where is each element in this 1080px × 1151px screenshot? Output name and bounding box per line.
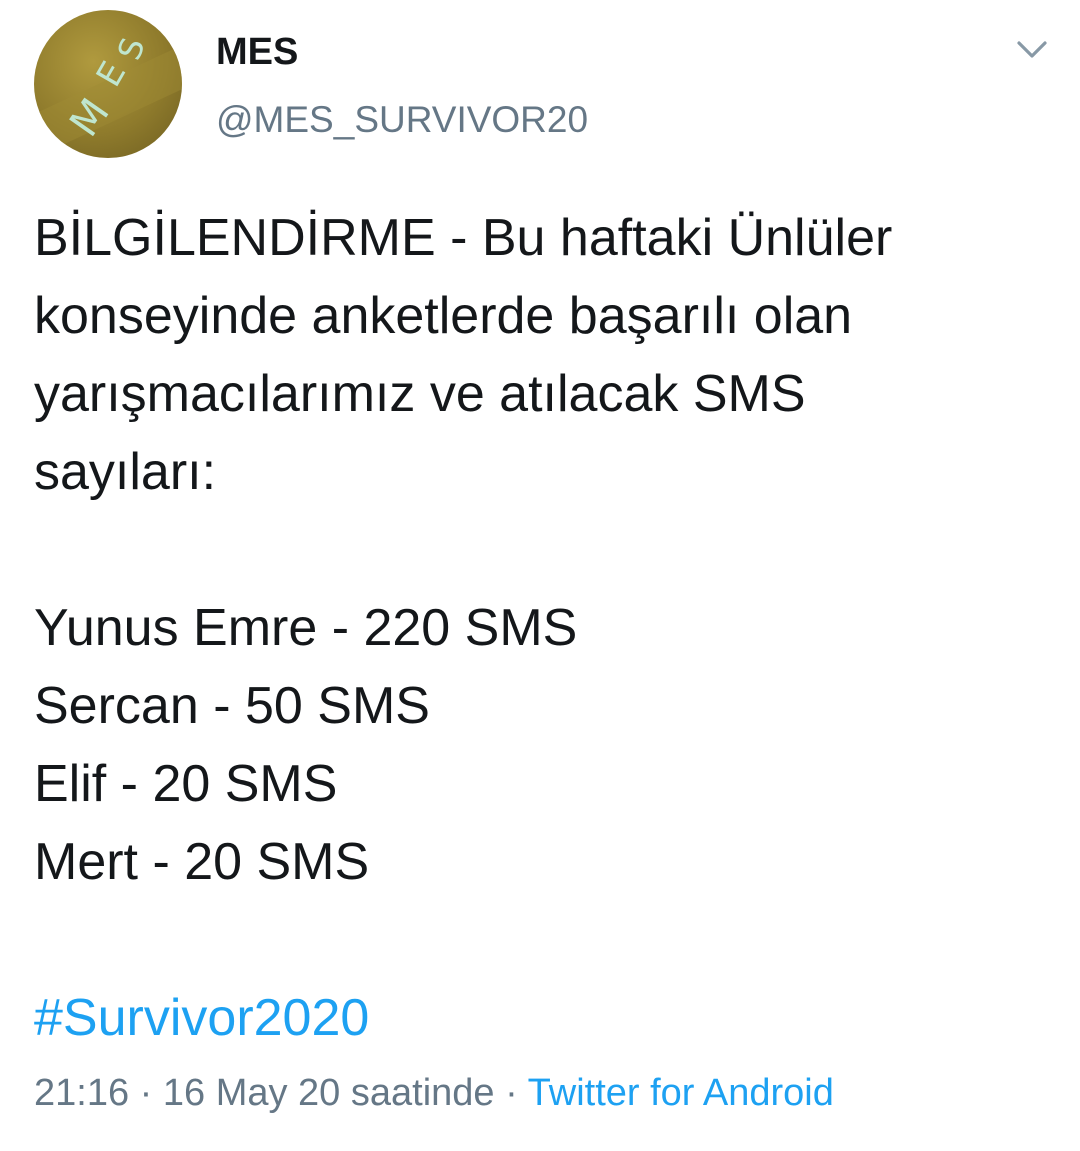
- meta-separator: ·: [139, 1072, 153, 1114]
- tweet-source-link[interactable]: Twitter for Android: [528, 1072, 834, 1114]
- tweet-text-line: sayıları:: [34, 443, 217, 501]
- tweet-text: BİLGİLENDİRME - Bu haftaki Ünlüler konse…: [34, 199, 1034, 1057]
- result-line: Mert - 20 SMS: [34, 833, 370, 891]
- tweet-meta: 21:16 · 16 May 20 saatinde · Twitter for…: [34, 1068, 834, 1118]
- display-name[interactable]: MES: [216, 30, 298, 74]
- avatar[interactable]: M E S: [34, 10, 182, 158]
- user-handle[interactable]: @MES_SURVIVOR20: [216, 98, 588, 142]
- svg-text:S: S: [110, 33, 153, 65]
- line-break: [34, 511, 1034, 589]
- tweet-time[interactable]: 21:16: [34, 1072, 129, 1114]
- result-line: Elif - 20 SMS: [34, 755, 338, 813]
- result-line: Yunus Emre - 220 SMS: [34, 599, 578, 657]
- tweet-text-line: BİLGİLENDİRME - Bu haftaki Ünlüler: [34, 209, 893, 267]
- tweet-date[interactable]: 16 May 20 saatinde: [163, 1072, 495, 1114]
- chevron-down-icon[interactable]: [1012, 32, 1052, 68]
- line-break: [34, 901, 1034, 979]
- meta-separator: ·: [505, 1072, 518, 1114]
- tweet-text-line: yarışmacılarımız ve atılacak SMS: [34, 365, 806, 423]
- tweet-text-line: konseyinde anketlerde başarılı olan: [34, 287, 853, 345]
- tweet-card: M E S MES @MES_SURVIVOR20 BİLGİLENDİRME …: [0, 0, 1080, 1151]
- hashtag-link[interactable]: #Survivor2020: [34, 989, 369, 1047]
- result-line: Sercan - 50 SMS: [34, 677, 430, 735]
- avatar-image: M E S: [34, 33, 182, 157]
